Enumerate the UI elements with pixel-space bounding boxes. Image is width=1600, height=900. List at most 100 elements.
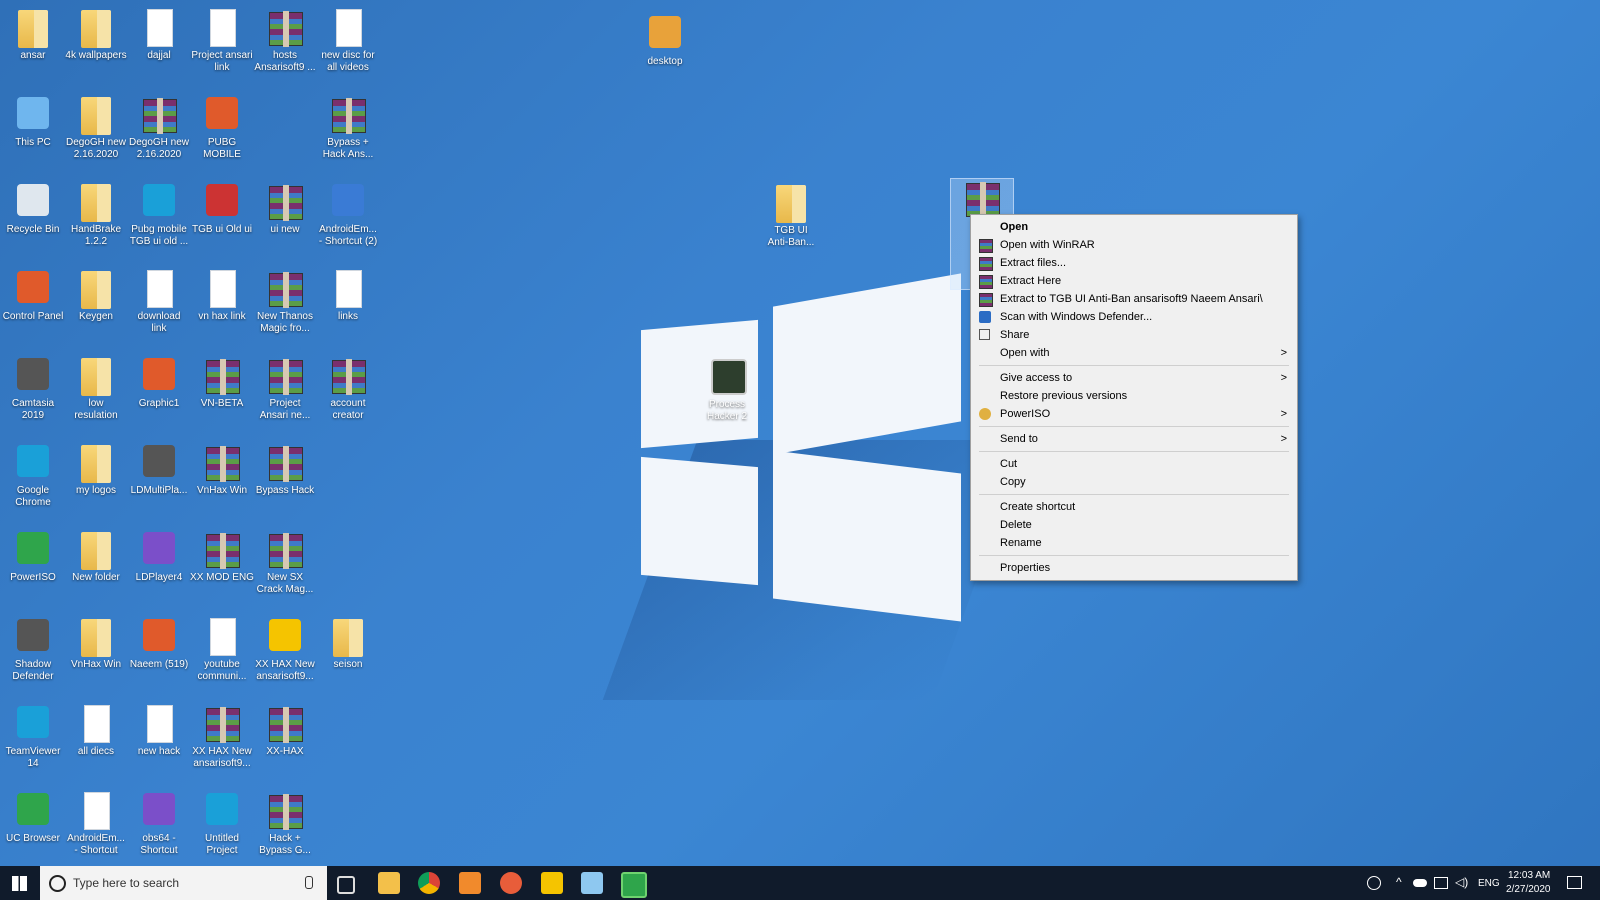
desktop-icon[interactable]: Camtasia 2019 (0, 356, 66, 422)
chevron-up-icon[interactable]: ^ (1396, 875, 1402, 889)
desktop-icon[interactable]: dajjal (126, 8, 192, 62)
people-icon[interactable] (1367, 876, 1381, 890)
desktop-icon[interactable]: UC Browser (0, 791, 66, 845)
clock-time[interactable]: 12:03 AM (1508, 870, 1550, 881)
desktop-icon[interactable]: account creator (315, 356, 381, 422)
taskbar-search-box[interactable]: Type here to search (40, 866, 327, 900)
desktop-icon[interactable]: TeamViewer 14 (0, 704, 66, 770)
ldplayer-icon[interactable] (541, 872, 563, 894)
menu-item-properties[interactable]: Properties (971, 559, 1297, 577)
desktop-icon[interactable]: New Thanos Magic fro... (252, 269, 318, 335)
menu-item-rename[interactable]: Rename (971, 534, 1297, 552)
desktop-icon[interactable]: XX-HAX (252, 704, 318, 758)
desktop-icon[interactable]: VnHax Win (63, 617, 129, 671)
desktop-icon[interactable]: hosts Ansarisoft9 ... (252, 8, 318, 74)
action-center-icon[interactable] (1567, 876, 1582, 889)
language-indicator[interactable]: ENG (1478, 878, 1500, 889)
menu-item-poweriso[interactable]: PowerISO > (971, 405, 1297, 423)
desktop-icon[interactable]: VnHax Win (189, 443, 255, 497)
desktop-icon[interactable]: Keygen (63, 269, 129, 323)
file-explorer-icon[interactable] (378, 872, 400, 894)
menu-item-open-with-winrar[interactable]: Open with WinRAR (971, 236, 1297, 254)
desktop-icon-label: Recycle Bin (6, 224, 60, 235)
desktop-icon[interactable]: Naeem (519) (126, 617, 192, 671)
desktop-icon[interactable]: all diecs (63, 704, 129, 758)
desktop-icon[interactable]: DegoGH new 2.16.2020 (63, 95, 129, 161)
desktop-icon[interactable]: Control Panel (0, 269, 66, 323)
menu-item-give-access[interactable]: Give access to > (971, 369, 1297, 387)
desktop-icon[interactable]: LDMultiPla... (126, 443, 192, 497)
desktop-icon[interactable]: new hack (126, 704, 192, 758)
desktop-icon[interactable]: seison (315, 617, 381, 671)
desktop-icon-process-hacker[interactable]: Process Hacker 2 (694, 357, 760, 423)
desktop-icon[interactable]: vn hax link (189, 269, 255, 323)
desktop-icon[interactable]: my logos (63, 443, 129, 497)
desktop-icon[interactable]: 4k wallpapers (63, 8, 129, 62)
network-icon[interactable] (1434, 877, 1448, 889)
camtasia-icon[interactable] (621, 872, 647, 898)
menu-item-cut[interactable]: Cut (971, 455, 1297, 473)
uc-browser-icon[interactable] (459, 872, 481, 894)
desktop-icon[interactable]: AndroidEm... - Shortcut (2) (315, 182, 381, 248)
desktop-icon[interactable]: XX MOD ENG (189, 530, 255, 584)
desktop-icon[interactable]: This PC (0, 95, 66, 149)
menu-item-open-with[interactable]: Open with > (971, 344, 1297, 362)
desktop-icon[interactable]: youtube communi... (189, 617, 255, 683)
notes-app-icon[interactable] (581, 872, 603, 894)
desktop-icon[interactable]: low resulation (63, 356, 129, 422)
volume-icon[interactable]: ◁) (1455, 875, 1468, 889)
clock-date[interactable]: 2/27/2020 (1506, 884, 1551, 895)
menu-item-label: Delete (1000, 519, 1032, 531)
desktop-icon-tgb-folder[interactable]: TGB UI Anti-Ban... (758, 183, 824, 249)
start-button[interactable] (0, 866, 40, 900)
chrome-icon[interactable] (418, 872, 440, 894)
desktop-icon[interactable]: XX HAX New ansarisoft9... (189, 704, 255, 770)
desktop-icon[interactable]: obs64 - Shortcut (126, 791, 192, 857)
menu-item-delete[interactable]: Delete (971, 516, 1297, 534)
desktop-icon[interactable]: ui new (252, 182, 318, 236)
desktop-icon[interactable]: LDPlayer4 (126, 530, 192, 584)
menu-item-send-to[interactable]: Send to > (971, 430, 1297, 448)
desktop-icon[interactable]: Bypass Hack (252, 443, 318, 497)
desktop-icon-desktop[interactable]: desktop (632, 14, 698, 68)
task-view-icon[interactable] (337, 876, 355, 894)
desktop-icon[interactable]: Graphic1 (126, 356, 192, 410)
menu-item-label: Restore previous versions (1000, 390, 1128, 402)
desktop-icon[interactable]: DegoGH new 2.16.2020 (126, 95, 192, 161)
menu-item-scan-defender[interactable]: Scan with Windows Defender... (971, 308, 1297, 326)
menu-item-extract-to[interactable]: Extract to TGB UI Anti-Ban ansarisoft9 N… (971, 290, 1297, 308)
paint-icon[interactable] (500, 872, 522, 894)
desktop-icon[interactable]: PowerISO (0, 530, 66, 584)
desktop-icon[interactable]: Recycle Bin (0, 182, 66, 236)
menu-item-share[interactable]: Share (971, 326, 1297, 344)
menu-item-restore-versions[interactable]: Restore previous versions (971, 387, 1297, 405)
desktop-icon[interactable]: TGB ui Old ui (189, 182, 255, 236)
desktop-icon[interactable]: HandBrake 1.2.2 (63, 182, 129, 248)
onedrive-icon[interactable] (1413, 879, 1427, 887)
desktop-icon[interactable]: download link (126, 269, 192, 335)
desktop-icon[interactable]: ansar (0, 8, 66, 62)
desktop-icon[interactable]: Hack + Bypass G... (252, 791, 318, 857)
menu-item-copy[interactable]: Copy (971, 473, 1297, 491)
desktop-icon[interactable]: Shadow Defender (0, 617, 66, 683)
menu-item-extract-files[interactable]: Extract files... (971, 254, 1297, 272)
desktop-icon[interactable]: new disc for all videos (315, 8, 381, 74)
desktop-icon[interactable]: Project ansari link (189, 8, 255, 74)
desktop-icon[interactable]: Untitled Project (189, 791, 255, 857)
desktop-icon[interactable]: XX HAX New ansarisoft9... (252, 617, 318, 683)
desktop-icon[interactable]: New SX Crack Mag... (252, 530, 318, 596)
desktop-icon[interactable]: Bypass + Hack Ans... (315, 95, 381, 161)
app-icon (15, 269, 51, 309)
desktop-icon[interactable]: Google Chrome (0, 443, 66, 509)
menu-item-open[interactable]: Open (971, 218, 1297, 236)
taskbar: Type here to search ^ ◁) ENG 12:03 AM 2/… (0, 866, 1600, 900)
desktop-icon[interactable]: New folder (63, 530, 129, 584)
desktop-icon[interactable]: VN-BETA (189, 356, 255, 410)
desktop-icon[interactable]: Pubg mobile TGB ui old ... (126, 182, 192, 248)
desktop-icon[interactable]: Project Ansari ne... (252, 356, 318, 422)
desktop-icon[interactable]: PUBG MOBILE (189, 95, 255, 161)
menu-item-extract-here[interactable]: Extract Here (971, 272, 1297, 290)
desktop-icon[interactable]: links (315, 269, 381, 323)
menu-item-create-shortcut[interactable]: Create shortcut (971, 498, 1297, 516)
desktop-icon[interactable]: AndroidEm... - Shortcut (63, 791, 129, 857)
